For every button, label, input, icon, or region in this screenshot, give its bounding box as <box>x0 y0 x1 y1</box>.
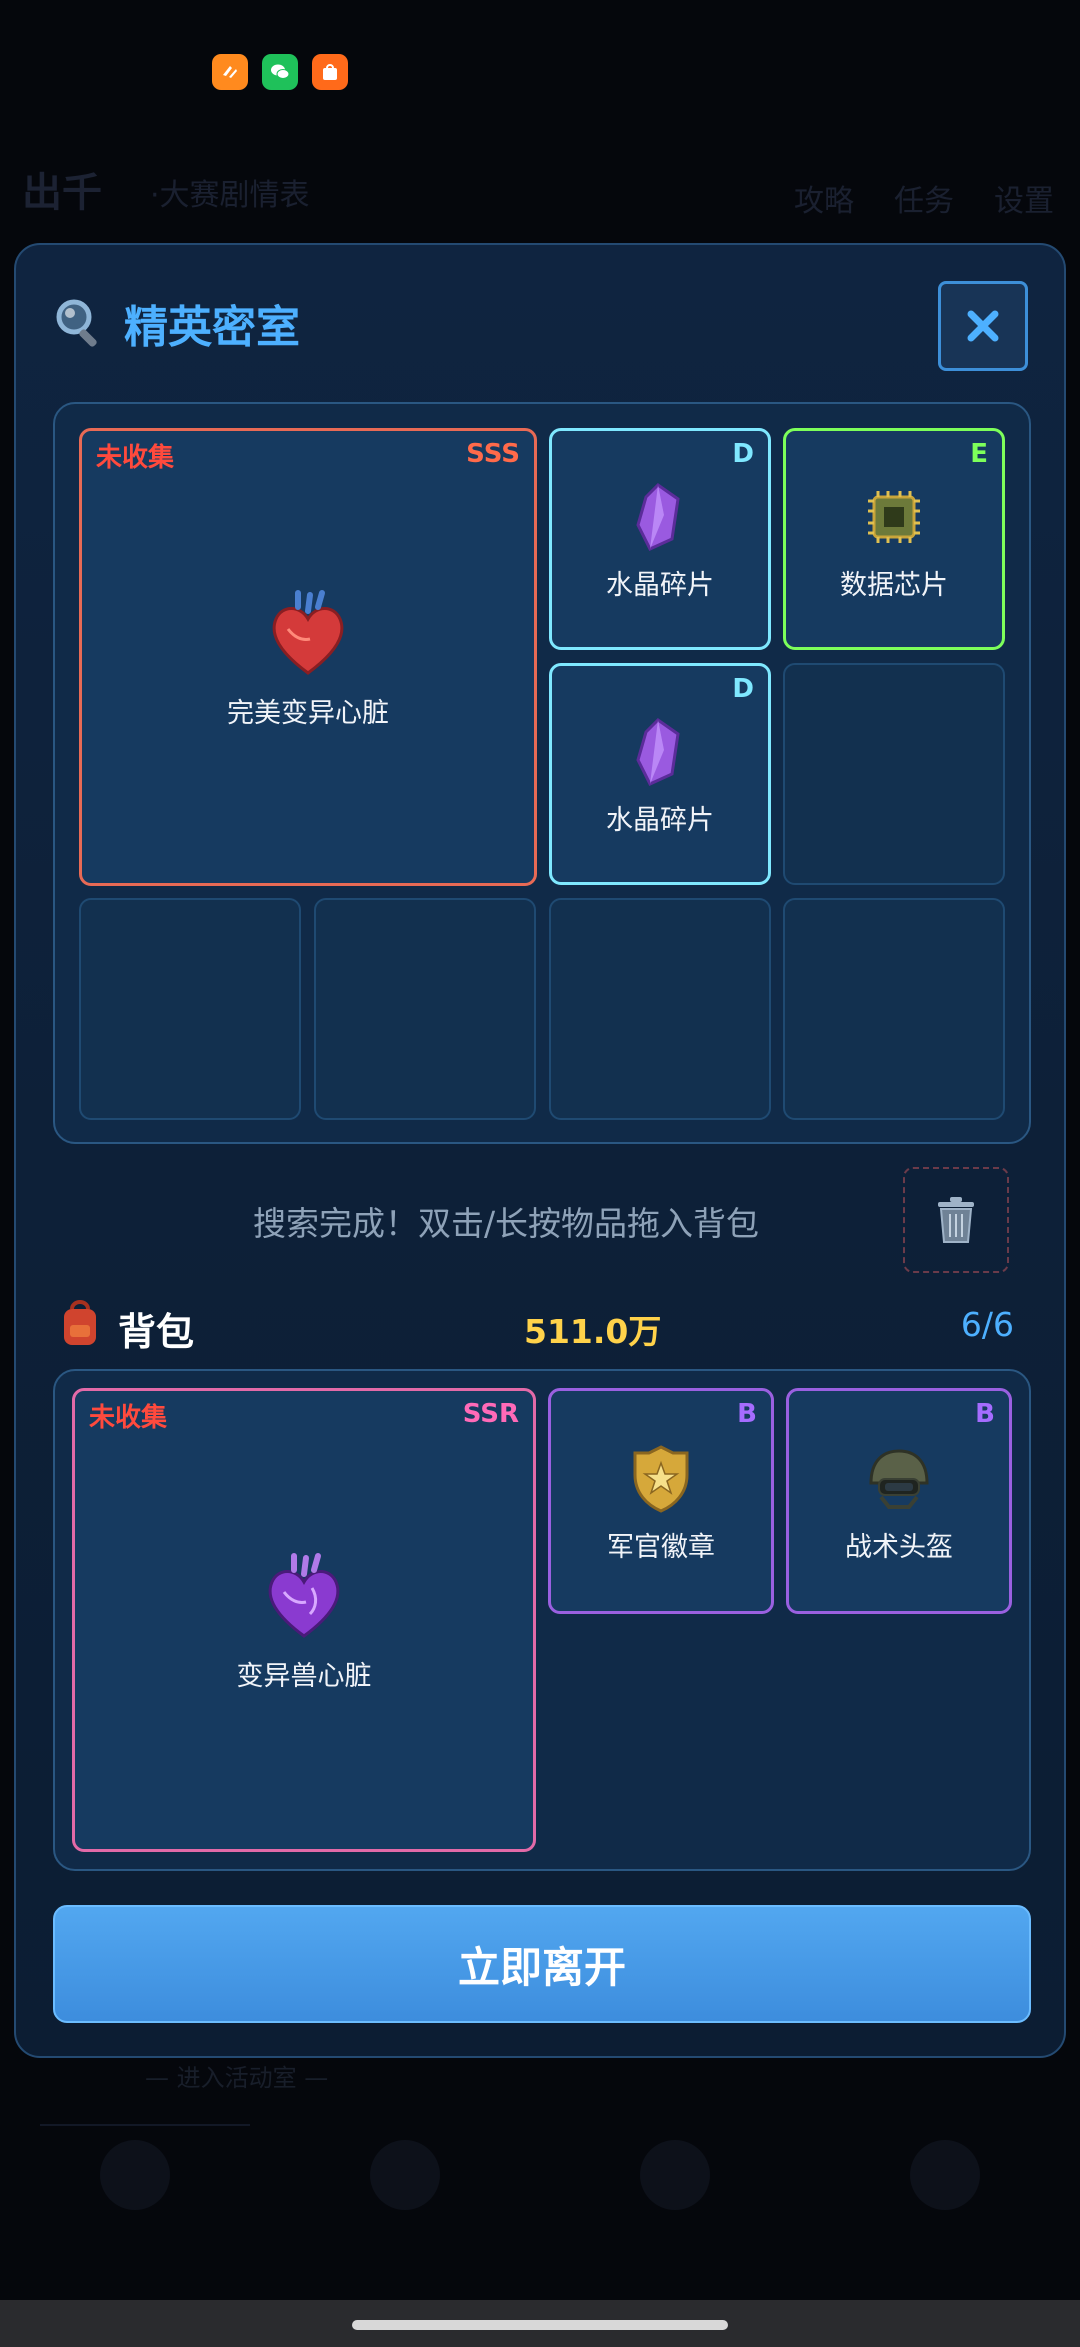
crystal-icon <box>636 482 680 551</box>
rarity-badge: SSR <box>462 1399 519 1429</box>
shopping-app-icon <box>312 54 348 90</box>
item-name: 水晶碎片 <box>606 569 714 601</box>
magnifier-icon <box>56 299 97 347</box>
search-hint: 搜索完成！双击/长按物品拖入背包 <box>252 1204 760 1243</box>
system-navigation-bar <box>0 2300 1080 2347</box>
background-bottom-nav <box>0 2140 1080 2210</box>
background-tab: 攻略 <box>794 184 854 219</box>
empty-slot[interactable] <box>783 663 1005 885</box>
room-item-slot[interactable]: E 数据芯片 <box>783 428 1005 650</box>
empty-slot[interactable] <box>783 898 1005 1120</box>
room-item-slot[interactable]: 未收集 SSS 完美变异心脏 <box>79 428 537 886</box>
badge-icon <box>633 1444 689 1513</box>
app-notification-icon <box>212 54 248 90</box>
close-button[interactable] <box>938 281 1028 371</box>
bag-item-slot[interactable]: B 战术头盔 <box>786 1388 1012 1614</box>
backpack-icon <box>64 1300 96 1345</box>
status-bar-icons <box>212 54 348 90</box>
background-tab: 任务 <box>894 184 954 219</box>
rarity-badge: D <box>732 674 754 704</box>
rarity-badge: E <box>970 439 988 469</box>
modal-title: 精英密室 <box>124 302 300 353</box>
rarity-badge: SSS <box>466 439 520 469</box>
background-title: 出千 <box>22 170 102 216</box>
home-indicator[interactable] <box>352 2320 728 2330</box>
empty-slot[interactable] <box>79 898 301 1120</box>
background-nav-icon <box>640 2140 710 2210</box>
elite-room-modal: 精英密室 未收集 SSS 完美变异心脏 D 水晶碎片 E 数据芯片 D 水晶碎片… <box>14 243 1066 2058</box>
rarity-badge: B <box>975 1399 995 1429</box>
item-name: 军官徽章 <box>607 1531 715 1563</box>
item-name: 战术头盔 <box>845 1531 953 1563</box>
modal-header: 精英密室 <box>52 291 300 355</box>
room-item-slot[interactable]: D 水晶碎片 <box>549 428 771 650</box>
bag-item-slot[interactable]: 未收集 SSR 变异兽心脏 <box>72 1388 536 1852</box>
rarity-badge: B <box>737 1399 757 1429</box>
crystal-icon <box>636 717 680 786</box>
trash-icon <box>938 1197 974 1243</box>
uncollected-label: 未收集 <box>96 443 175 473</box>
background-nav-icon <box>370 2140 440 2210</box>
background-subtitle: ·大赛剧情表 <box>150 178 310 213</box>
bag-money: 511.0万 <box>524 1312 662 1351</box>
bag-item-slot[interactable]: B 军官徽章 <box>548 1388 774 1614</box>
bag-header: 背包 511.0万 6/6 <box>54 1297 1014 1354</box>
purple-heart-icon <box>268 1552 340 1638</box>
bag-capacity: 6/6 <box>960 1305 1014 1344</box>
background-tab: 设置 <box>994 184 1054 219</box>
item-name: 变异兽心脏 <box>236 1660 372 1692</box>
background-footer-text: — 进入活动室 — <box>145 2064 329 2092</box>
trash-dropzone[interactable] <box>903 1167 1009 1273</box>
background-divider <box>40 2124 250 2126</box>
empty-slot[interactable] <box>314 898 536 1120</box>
heart-icon <box>272 589 344 675</box>
leave-now-button[interactable]: 立即离开 <box>53 1905 1031 2023</box>
background-nav-icon <box>910 2140 980 2210</box>
room-item-slot[interactable]: D 水晶碎片 <box>549 663 771 885</box>
background-tabs: 攻略 任务 设置 <box>794 176 1054 220</box>
wechat-icon <box>262 54 298 90</box>
room-item-grid: 未收集 SSS 完美变异心脏 D 水晶碎片 E 数据芯片 D 水晶碎片 <box>53 402 1031 1144</box>
background-header: 出千 ·大赛剧情表 攻略 任务 设置 <box>0 150 1080 240</box>
item-name: 完美变异心脏 <box>227 697 389 729</box>
uncollected-label: 未收集 <box>89 1403 168 1433</box>
helmet-icon <box>869 1448 929 1509</box>
background-footer: — 进入活动室 — <box>0 2040 1080 2240</box>
bag-title: 背包 <box>118 1310 195 1354</box>
item-name: 数据芯片 <box>840 569 948 601</box>
bag-item-grid: 未收集 SSR 变异兽心脏 B 军官徽章 B 战术头盔 <box>53 1369 1031 1871</box>
item-name: 水晶碎片 <box>606 804 714 836</box>
empty-slot[interactable] <box>549 898 771 1120</box>
close-icon <box>967 310 999 342</box>
rarity-badge: D <box>732 439 754 469</box>
chip-icon <box>868 490 920 543</box>
background-nav-icon <box>100 2140 170 2210</box>
